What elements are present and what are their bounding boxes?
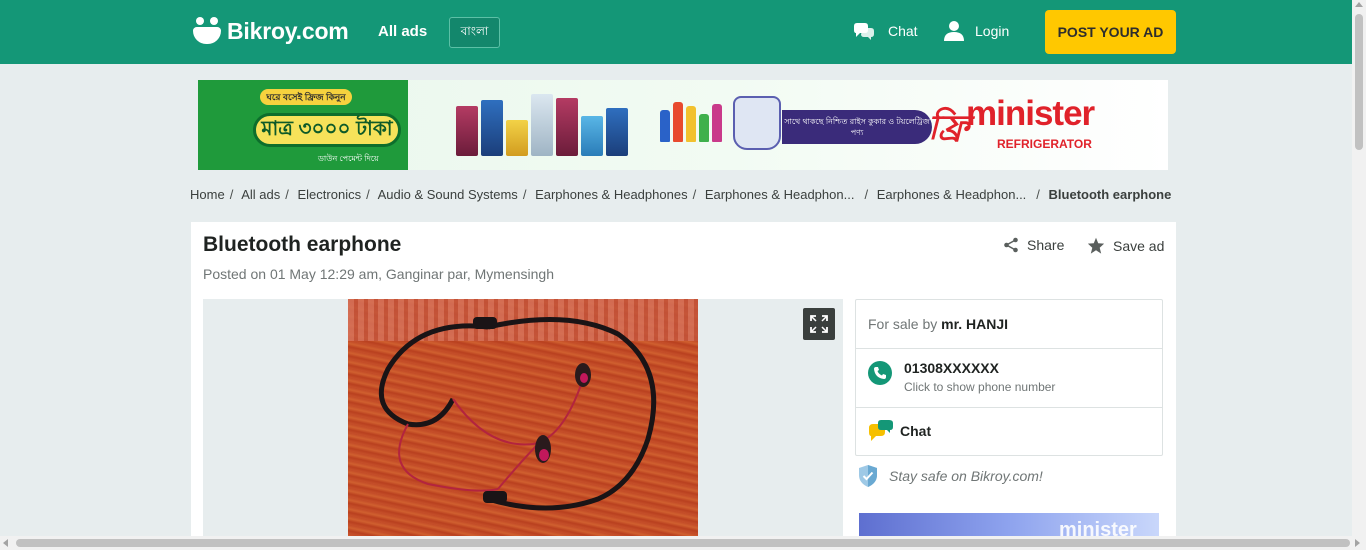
- top-navbar: Bikroy.com All ads বাংলা Chat Login POST…: [0, 0, 1352, 64]
- phone-number: 01308XXXXXX: [904, 360, 999, 376]
- site-logo[interactable]: Bikroy.com: [192, 16, 349, 46]
- seller-contact-box: For sale by mr. HANJI 01308XXXXXX Click …: [855, 299, 1163, 456]
- banner-free-text: ফ্রি: [928, 109, 969, 147]
- scroll-right-icon[interactable]: [1355, 539, 1360, 547]
- banner-price: মাত্র ৩০০০ টাকা: [253, 113, 401, 147]
- breadcrumb-current: Bluetooth earphone: [1048, 187, 1172, 202]
- logo-text: Bikroy.com: [227, 17, 349, 44]
- ad-detail-card: Bluetooth earphone Posted on 01 May 12:2…: [191, 222, 1176, 550]
- toiletries-image: [660, 102, 722, 142]
- stay-safe-label: Stay safe on Bikroy.com!: [889, 468, 1043, 484]
- banner-promo-top: ঘরে বসেই ফ্রিজ কিনুন: [260, 89, 352, 105]
- ad-photo[interactable]: [348, 299, 698, 550]
- promo-banner[interactable]: ঘরে বসেই ফ্রিজ কিনুন মাত্র ৩০০০ টাকা ডাউ…: [198, 80, 1168, 170]
- save-ad-button[interactable]: Save ad: [1087, 237, 1164, 254]
- horizontal-scroll-thumb[interactable]: [16, 539, 1350, 547]
- breadcrumb-all-ads[interactable]: All ads: [241, 187, 280, 202]
- nav-all-ads-link[interactable]: All ads: [378, 23, 427, 40]
- breadcrumb-audio-sound[interactable]: Audio & Sound Systems: [378, 187, 518, 202]
- ad-posted-meta: Posted on 01 May 12:29 am, Ganginar par,…: [203, 266, 554, 282]
- share-icon: [1004, 237, 1018, 253]
- horizontal-scrollbar[interactable]: [0, 536, 1366, 550]
- rice-cooker-image: [733, 96, 781, 150]
- chat-bubbles-icon: [869, 420, 893, 441]
- phone-hint: Click to show phone number: [904, 380, 1056, 394]
- chat-bubbles-icon: [854, 23, 874, 40]
- logo-icon: [192, 16, 222, 46]
- show-phone-button[interactable]: 01308XXXXXX Click to show phone number: [856, 349, 1162, 408]
- expand-icon: [810, 315, 828, 333]
- banner-brand-logo: minister: [966, 94, 1095, 133]
- star-icon: [1087, 237, 1105, 254]
- language-toggle-button[interactable]: বাংলা: [449, 17, 500, 48]
- breadcrumb-earphones-sub2[interactable]: Earphones & Headphon...: [877, 187, 1027, 202]
- ad-title: Bluetooth earphone: [203, 233, 402, 256]
- seller-name-value[interactable]: mr. HANJI: [941, 316, 1008, 332]
- share-button[interactable]: Share: [1003, 237, 1064, 253]
- scroll-left-icon[interactable]: [3, 539, 8, 547]
- breadcrumb-earphones[interactable]: Earphones & Headphones: [535, 187, 688, 202]
- nav-chat-label: Chat: [888, 23, 918, 39]
- scroll-up-icon[interactable]: [1355, 2, 1363, 7]
- banner-promo-sub: ডাউন পেমেন্ট দিয়ে: [318, 154, 379, 163]
- earphone-image: [378, 316, 657, 511]
- seller-name: For sale by mr. HANJI: [868, 316, 1009, 332]
- nav-login-label: Login: [975, 23, 1010, 39]
- shield-icon: [859, 465, 877, 487]
- banner-offer-text: সাথে থাকছে নিশ্চিত রাইস কুকার ও টয়লেট্র…: [782, 110, 932, 144]
- stay-safe-link[interactable]: Stay safe on Bikroy.com!: [857, 464, 1043, 488]
- chat-with-seller-button[interactable]: Chat: [856, 408, 1162, 456]
- breadcrumb: Home / All ads / Electronics / Audio & Soun…: [190, 187, 1172, 202]
- share-label: Share: [1027, 237, 1065, 253]
- banner-brand-sub: REFRIGERATOR: [997, 137, 1092, 151]
- nav-login-link[interactable]: Login: [943, 20, 1009, 42]
- nav-chat-link[interactable]: Chat: [852, 21, 918, 41]
- post-your-ad-button[interactable]: POST YOUR AD: [1045, 10, 1176, 54]
- seller-info-row: For sale by mr. HANJI: [856, 300, 1162, 349]
- breadcrumb-earphones-sub1[interactable]: Earphones & Headphon...: [705, 187, 855, 202]
- user-icon: [944, 21, 964, 41]
- fridge-image: [456, 94, 628, 156]
- fullscreen-button[interactable]: [803, 308, 835, 340]
- vertical-scroll-thumb[interactable]: [1355, 14, 1363, 150]
- breadcrumb-home[interactable]: Home: [190, 187, 225, 202]
- phone-icon: [868, 361, 892, 385]
- chat-label: Chat: [900, 423, 932, 439]
- breadcrumb-electronics[interactable]: Electronics: [298, 187, 362, 202]
- save-ad-label: Save ad: [1113, 237, 1165, 254]
- image-gallery[interactable]: [203, 299, 843, 550]
- vertical-scrollbar[interactable]: [1352, 0, 1366, 536]
